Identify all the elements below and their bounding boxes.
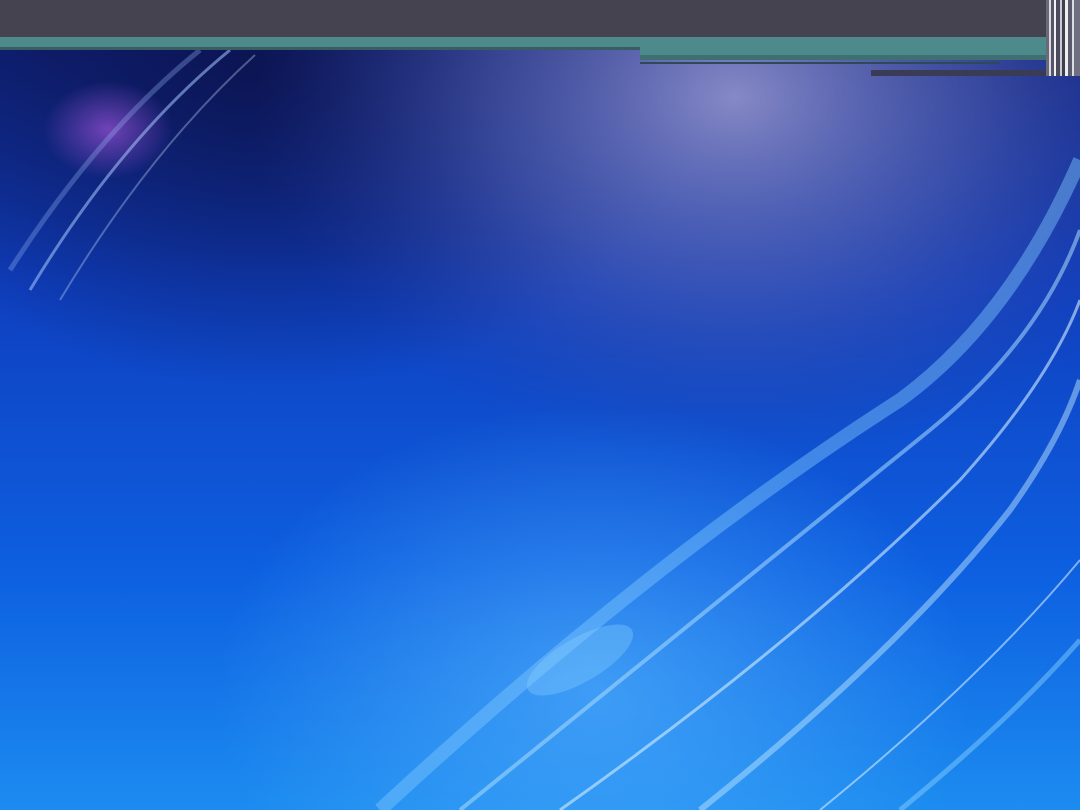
presentation-slide (0, 0, 1080, 810)
accent-short-bar-right (871, 70, 1060, 76)
accent-bar-left (0, 37, 640, 47)
accent-thin-line-right (640, 62, 1000, 64)
slide-body (60, 120, 960, 720)
decorative-vertical-stripes (1046, 0, 1080, 76)
accent-bar-right (640, 37, 1060, 55)
accent-line-left (0, 47, 640, 50)
slide-title (40, 6, 940, 34)
accent-line-right (640, 55, 1060, 60)
